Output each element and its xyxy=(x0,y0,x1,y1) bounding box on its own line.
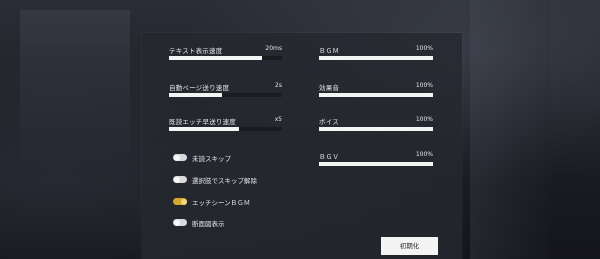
toggle-knob xyxy=(173,154,180,161)
slider-fill xyxy=(319,127,433,131)
slider-value: 2s xyxy=(275,82,282,89)
toggle-label: 選択肢でスキップ解除 xyxy=(192,177,257,185)
toggle-switch[interactable] xyxy=(173,154,187,161)
slider-value: 100% xyxy=(415,116,433,123)
slider-track[interactable] xyxy=(319,56,433,60)
toggle-knob xyxy=(180,198,187,205)
toggle-switch[interactable] xyxy=(173,198,187,205)
slider-bgm[interactable]: ＢＧＭ 100% xyxy=(319,45,433,65)
settings-panel xyxy=(142,33,462,259)
slider-read-h-fast-forward-speed[interactable]: 既読エッチ早送り速度 x5 xyxy=(169,116,282,136)
slider-fill xyxy=(319,162,433,166)
slider-value: 100% xyxy=(415,82,433,89)
slider-sound-effects[interactable]: 効果音 100% xyxy=(319,82,433,102)
slider-label: ＢＧＭ xyxy=(319,47,340,55)
toggle-label: エッチシーンＢＧＭ xyxy=(192,199,251,207)
slider-fill xyxy=(169,93,223,97)
slider-label: 自動ページ送り速度 xyxy=(169,84,230,92)
toggle-switch[interactable] xyxy=(173,219,187,226)
toggle-knob xyxy=(173,219,180,226)
slider-track[interactable] xyxy=(319,162,433,166)
background-door xyxy=(470,0,550,259)
slider-track[interactable] xyxy=(169,56,282,60)
toggle-label: 未読スキップ xyxy=(192,155,231,163)
slider-track[interactable] xyxy=(169,93,282,97)
slider-value: 100% xyxy=(415,151,433,158)
slider-value: 100% xyxy=(415,45,433,52)
slider-auto-page-speed[interactable]: 自動ページ送り速度 2s xyxy=(169,82,282,102)
slider-text-speed[interactable]: テキスト表示速度 20ms xyxy=(169,45,282,65)
slider-value: x5 xyxy=(274,116,282,123)
slider-label: ボイス xyxy=(319,118,339,126)
slider-bgv[interactable]: ＢＧＶ 100% xyxy=(319,151,433,171)
slider-fill xyxy=(319,93,433,97)
slider-value: 20ms xyxy=(265,45,282,52)
slider-label: ＢＧＶ xyxy=(319,153,340,161)
toggle-knob xyxy=(173,176,180,183)
toggle-switch[interactable] xyxy=(173,176,187,183)
slider-track[interactable] xyxy=(319,93,433,97)
slider-voice[interactable]: ボイス 100% xyxy=(319,116,433,136)
slider-fill xyxy=(319,56,433,60)
slider-label: 既読エッチ早送り速度 xyxy=(169,118,236,126)
slider-label: 効果音 xyxy=(319,84,340,92)
slider-fill xyxy=(169,56,262,60)
reset-button[interactable]: 初期化 xyxy=(381,237,438,255)
slider-label: テキスト表示速度 xyxy=(169,47,223,55)
slider-fill xyxy=(169,127,240,131)
background-window xyxy=(20,10,130,170)
slider-track[interactable] xyxy=(319,127,433,131)
toggle-label: 断面図表示 xyxy=(192,220,225,228)
slider-track[interactable] xyxy=(169,127,282,131)
